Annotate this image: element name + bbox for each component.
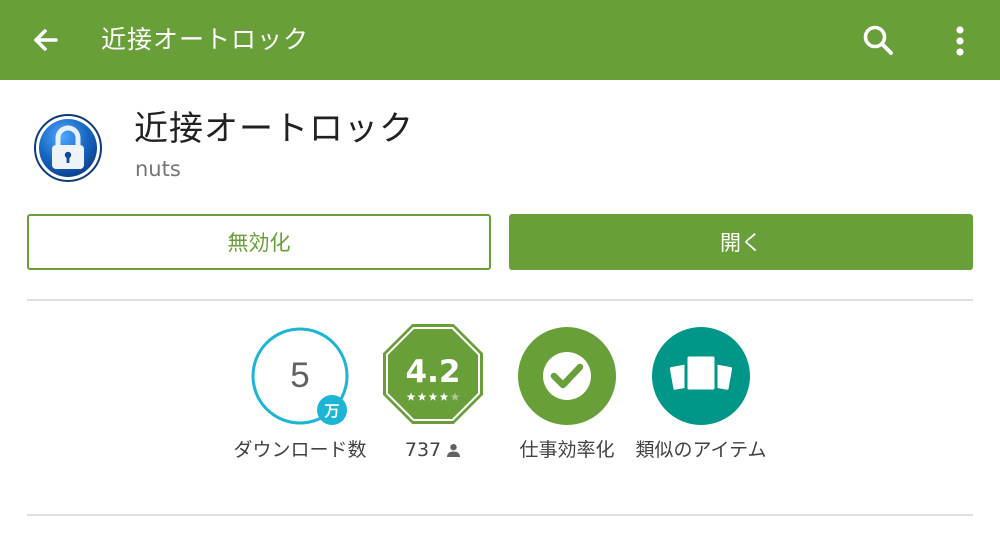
category-badge[interactable] [517, 326, 617, 426]
arrow-left-icon[interactable] [26, 20, 66, 60]
app-bar-title: 近接オートロック [101, 25, 310, 54]
open-button[interactable]: 開く [509, 214, 973, 270]
person-icon [447, 444, 461, 457]
category-label[interactable]: 仕事効率化 [500, 438, 634, 463]
padlock-icon [34, 114, 102, 182]
app-bar: 近接オートロック [0, 0, 1000, 80]
more-vert-icon[interactable] [940, 20, 980, 62]
rating-value: 4.2 [406, 354, 461, 390]
downloads-unit: 万 [323, 402, 339, 420]
disable-button[interactable]: 無効化 [27, 214, 491, 270]
rating-count-value: 737 [404, 439, 442, 461]
similar-label[interactable]: 類似のアイテム [634, 438, 768, 463]
developer-name[interactable]: nuts [135, 155, 181, 183]
search-icon[interactable] [858, 20, 900, 62]
app-title: 近接オートロック [134, 109, 414, 149]
divider [27, 299, 973, 301]
divider [27, 514, 973, 516]
downloads-badge: 5 万 [251, 327, 349, 425]
similar-badge[interactable] [651, 326, 751, 426]
downloads-value: 5 [290, 356, 309, 395]
downloads-label: ダウンロード数 [233, 439, 367, 461]
rating-badge[interactable]: 4.2 [383, 324, 483, 424]
rating-count[interactable]: 737 [366, 438, 500, 463]
